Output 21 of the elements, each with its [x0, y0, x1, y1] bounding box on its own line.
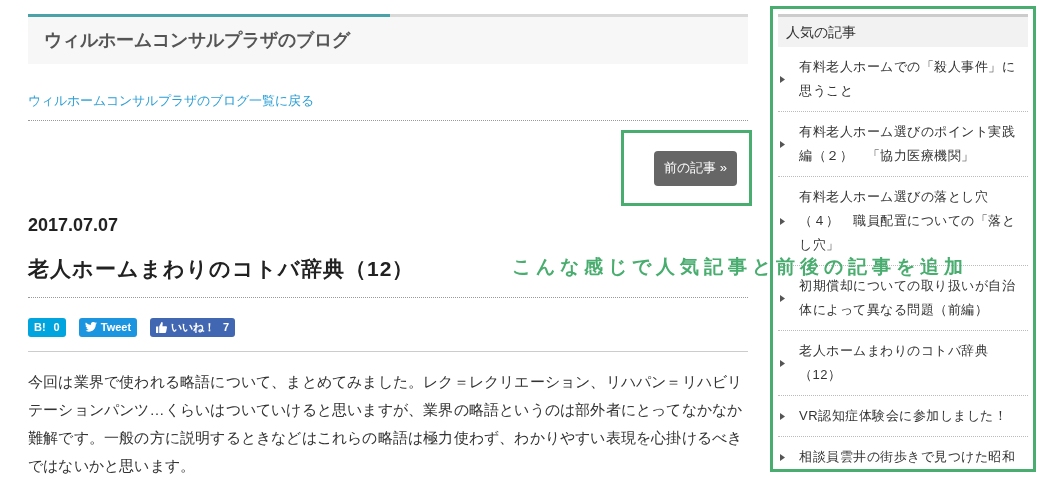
bird-icon — [84, 322, 97, 332]
sidebar-title: 人気の記事 — [786, 22, 856, 42]
post-body-text: 今回は業界で使われる略語について、まとめてみました。レク＝レクリエーション、リハパン＝リハビリテーションパンツ…くらいはついていけると思いますが、業界の略語というのは部外者にとってなかなか難解です。一般の方に説明するときなどはこれらの略語は極力使わず、わかりやすい表現を心掛けるべきではないかと思います。 — [28, 371, 744, 476]
chevron-icon — [780, 294, 785, 302]
sidebar-item[interactable]: 相談員雲井の街歩きで見つけた昭和 — [778, 437, 1028, 469]
chevron-icon — [780, 453, 785, 461]
thumbs-up-icon — [156, 321, 168, 333]
sidebar-item[interactable]: 有料老人ホーム選びのポイント実践編（２） 「協力医療機関」 — [778, 112, 1028, 177]
chevron-icon — [780, 412, 785, 420]
post-title: 老人ホームまわりのコトバ辞典（12） — [28, 256, 415, 282]
sidebar-item[interactable]: 有料老人ホームでの「殺人事件」に思うこと — [778, 47, 1028, 112]
post-date: 2017.07.07 — [28, 214, 120, 237]
chevron-icon — [780, 75, 785, 83]
chevron-icon — [780, 217, 785, 225]
previous-post-button[interactable]: 前の記事 » — [654, 150, 737, 186]
sidebar-item[interactable]: VR認知症体験会に参加しました！ — [778, 396, 1028, 437]
like-button[interactable]: いいね！ 7 — [150, 317, 236, 337]
chevron-icon — [780, 359, 785, 367]
chevron-icon — [780, 140, 785, 148]
blog-title: ウィルホームコンサルプラザのブログ — [44, 29, 350, 52]
sidebar-item[interactable]: 老人ホームまわりのコトバ辞典（12） — [778, 331, 1028, 396]
